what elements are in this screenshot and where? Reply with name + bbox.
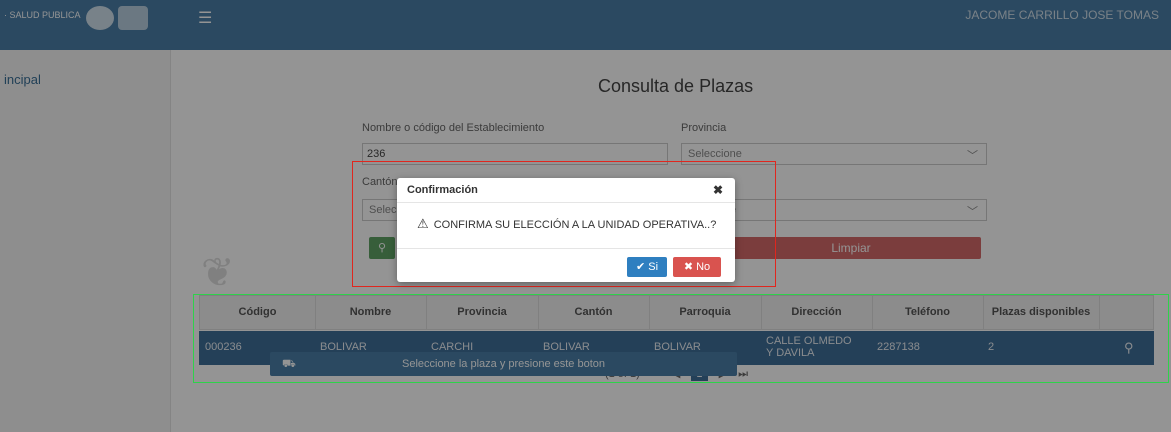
warning-icon: ⚠ (417, 216, 429, 231)
dialog-message: CONFIRMA SU ELECCIÓN A LA UNIDAD OPERATI… (433, 219, 717, 231)
no-button[interactable]: ✖ No (673, 257, 721, 277)
confirmation-dialog: Confirmación ✖ ⚠ CONFIRMA SU ELECCIÓN A … (397, 178, 735, 282)
dialog-title: Confirmación (407, 184, 478, 196)
yes-button[interactable]: ✔ Si (627, 257, 667, 277)
dialog-header: Confirmación ✖ (397, 178, 735, 203)
check-icon: ✔ (635, 261, 646, 273)
close-icon[interactable]: ✖ (713, 183, 723, 197)
dialog-body: ⚠ CONFIRMA SU ELECCIÓN A LA UNIDAD OPERA… (417, 216, 716, 232)
yes-label: Si (648, 261, 659, 273)
no-label: No (696, 261, 711, 273)
dialog-footer: ✔ Si ✖ No (397, 248, 735, 283)
cross-icon: ✖ (683, 261, 694, 273)
annotation-green-box (193, 294, 1169, 383)
